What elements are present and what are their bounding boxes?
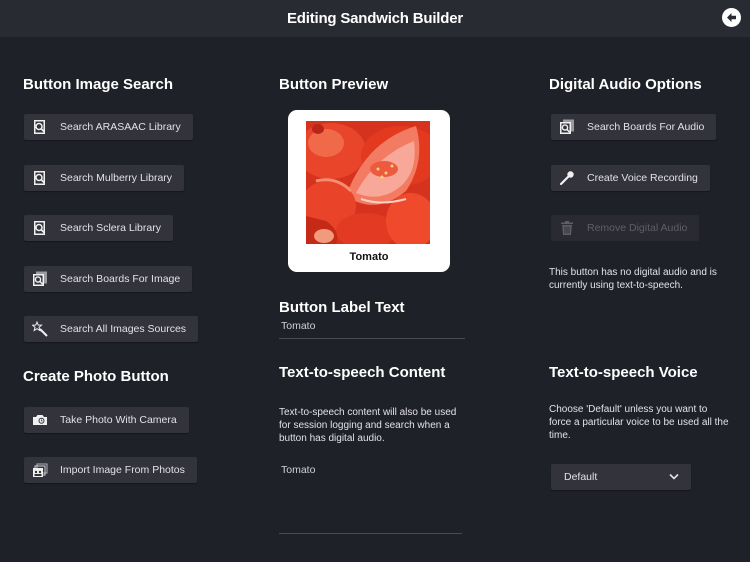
search-sclera-button[interactable]: Search Sclera Library — [24, 215, 173, 241]
photos-icon — [33, 463, 48, 477]
tts-voice-description: Choose 'Default' unless you want to forc… — [549, 404, 729, 441]
tts-voice-select[interactable]: Default — [551, 464, 691, 490]
tts-voice-title: Text-to-speech Voice — [549, 364, 698, 381]
button-label-text-title: Button Label Text — [279, 299, 405, 316]
button-label: Search All Images Sources — [60, 323, 187, 335]
button-label: Search ARASAAC Library — [60, 121, 181, 133]
magic-wand-icon — [32, 321, 48, 337]
microphone-icon — [559, 171, 574, 186]
create-photo-title: Create Photo Button — [23, 368, 169, 385]
button-label-input[interactable]: Tomato — [281, 320, 315, 332]
image-search-title: Button Image Search — [23, 76, 174, 93]
button-label: Import Image From Photos — [60, 464, 185, 476]
remove-digital-audio-button[interactable]: Remove Digital Audio — [551, 215, 700, 241]
button-label: Take Photo With Camera — [60, 414, 177, 426]
label-input-underline — [279, 338, 465, 339]
search-all-sources-button[interactable]: Search All Images Sources — [24, 316, 199, 342]
button-preview-title: Button Preview — [279, 76, 389, 93]
boards-search-icon — [560, 119, 574, 134]
button-preview-card: Tomato — [288, 110, 450, 272]
search-arasaac-button[interactable]: Search ARASAAC Library — [24, 114, 193, 140]
button-label: Remove Digital Audio — [587, 222, 688, 234]
boards-search-icon — [33, 271, 47, 286]
tts-content-title: Text-to-speech Content — [279, 364, 446, 381]
button-label: Search Sclera Library — [60, 222, 161, 234]
take-photo-button[interactable]: Take Photo With Camera — [24, 407, 189, 433]
tts-content-input[interactable]: Tomato — [281, 464, 315, 476]
trash-icon — [561, 221, 573, 235]
button-label: Search Boards For Image — [60, 273, 181, 285]
create-voice-recording-button[interactable]: Create Voice Recording — [551, 165, 710, 191]
library-search-icon — [34, 120, 45, 134]
camera-icon — [33, 415, 47, 425]
import-photo-button[interactable]: Import Image From Photos — [24, 457, 197, 483]
search-boards-image-button[interactable]: Search Boards For Image — [24, 266, 193, 292]
preview-button-label: Tomato — [349, 251, 389, 263]
back-arrow-circle-icon — [727, 13, 736, 22]
library-search-icon — [34, 171, 45, 185]
search-mulberry-button[interactable]: Search Mulberry Library — [24, 165, 185, 191]
chevron-down-icon — [669, 473, 679, 480]
button-label: Create Voice Recording — [587, 172, 698, 184]
button-label: Search Mulberry Library — [60, 172, 173, 184]
tomato-slices-photo — [306, 121, 430, 244]
back-button[interactable] — [722, 8, 741, 27]
digital-audio-title: Digital Audio Options — [549, 76, 702, 93]
search-boards-audio-button[interactable]: Search Boards For Audio — [551, 114, 717, 140]
button-label: Search Boards For Audio — [587, 121, 705, 133]
audio-status-text: This button has no digital audio and is … — [549, 267, 717, 291]
tts-input-underline — [279, 533, 462, 534]
tts-voice-selected: Default — [564, 471, 598, 483]
library-search-icon — [34, 221, 45, 235]
tts-content-description: Text-to-speech content will also be used… — [279, 407, 457, 444]
top-bar: Editing Sandwich Builder — [0, 0, 750, 37]
page-title: Editing Sandwich Builder — [286, 10, 464, 27]
